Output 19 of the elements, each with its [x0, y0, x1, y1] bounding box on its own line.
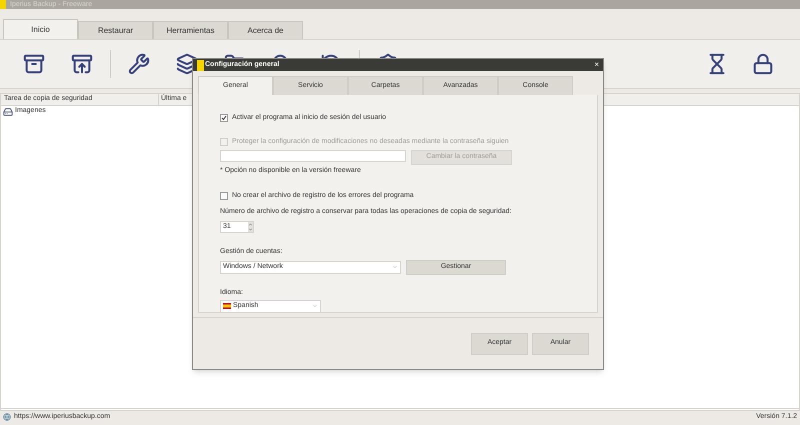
chevron-down-icon: [312, 303, 318, 310]
backup-task-icon: [3, 106, 13, 116]
spinner-arrows-icon[interactable]: [248, 222, 253, 232]
checkbox[interactable]: [220, 114, 228, 122]
app-logo-icon: [197, 60, 204, 70]
tab[interactable]: Restaurar: [78, 21, 153, 39]
tab[interactable]: Herramientas: [153, 21, 228, 39]
globe-icon: [3, 413, 11, 421]
app-logo-icon: [0, 0, 6, 9]
tab[interactable]: Inicio: [3, 19, 78, 39]
lock-icon[interactable]: [752, 53, 774, 75]
layers-icon[interactable]: [176, 53, 198, 75]
flag-icon: [223, 303, 231, 310]
close-button[interactable]: ×: [594, 61, 599, 69]
tab[interactable]: Acerca de: [228, 21, 303, 39]
checkbox[interactable]: [220, 192, 228, 200]
tools-icon[interactable]: [128, 53, 150, 75]
password-field[interactable]: [220, 150, 406, 162]
chevron-down-icon: [392, 264, 398, 270]
